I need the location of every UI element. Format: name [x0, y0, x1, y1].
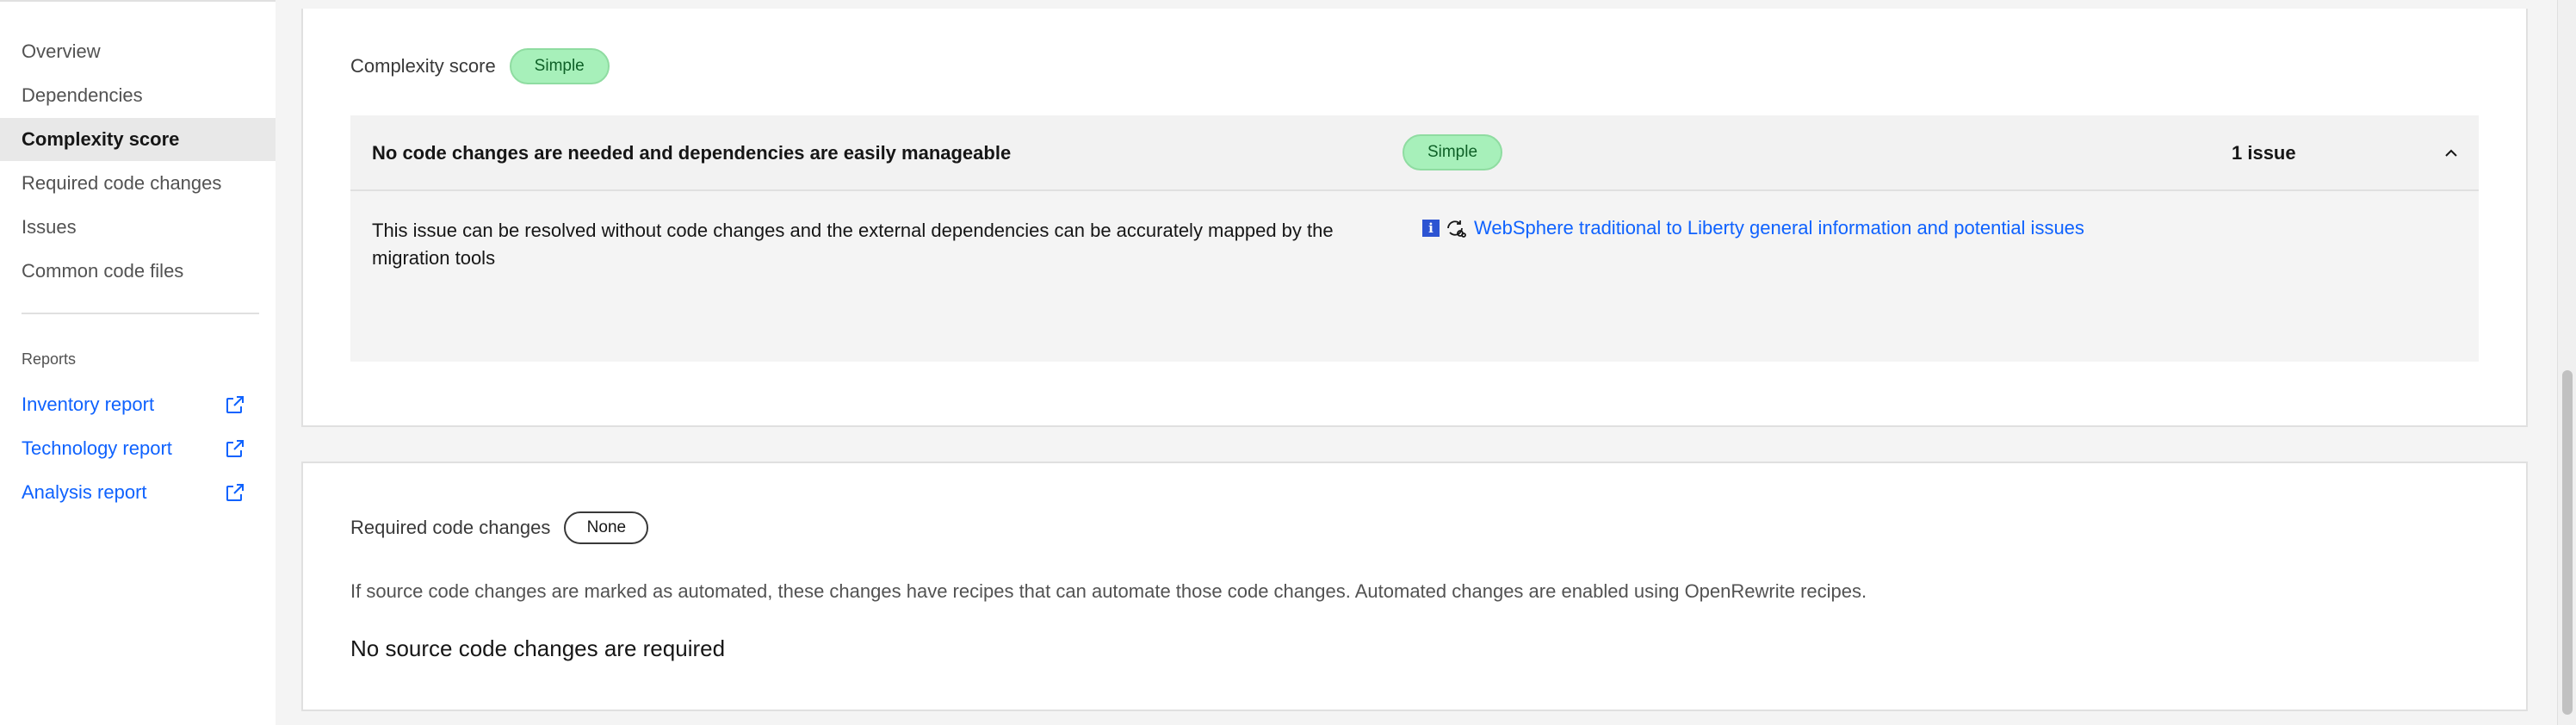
complexity-accordion: No code changes are needed and dependenc…	[350, 115, 2479, 362]
analysis-report-link[interactable]: Analysis report	[22, 481, 245, 504]
automated-recipe-icon	[1447, 220, 1466, 238]
sidebar-item-issues[interactable]: Issues	[0, 206, 276, 249]
page-scrollbar[interactable]	[2557, 0, 2576, 725]
sidebar: Overview Dependencies Complexity score R…	[0, 0, 276, 725]
scrollbar-thumb[interactable]	[2562, 370, 2573, 715]
accordion-header[interactable]: No code changes are needed and dependenc…	[350, 115, 2479, 191]
code-changes-tag: None	[564, 511, 649, 544]
liberty-info-link[interactable]: i WebSphere traditional to Liberty gener…	[1422, 217, 2084, 239]
external-link-icon	[226, 484, 244, 501]
complexity-score-card: Complexity score Simple No code changes …	[301, 9, 2528, 427]
sidebar-item-required-code-changes[interactable]: Required code changes	[0, 162, 276, 205]
complexity-score-header: Complexity score Simple	[350, 48, 610, 84]
accordion-complexity-tag: Simple	[1403, 134, 1502, 170]
accordion-title: No code changes are needed and dependenc…	[372, 142, 1012, 164]
complexity-score-tag: Simple	[509, 48, 610, 84]
required-code-changes-title: Required code changes	[350, 517, 551, 538]
complexity-score-title: Complexity score	[350, 55, 496, 77]
sidebar-divider	[22, 313, 259, 314]
sidebar-item-common-code-files[interactable]: Common code files	[0, 250, 276, 293]
description-line-2: migration tools	[372, 247, 496, 269]
sidebar-item-overview[interactable]: Overview	[0, 30, 276, 73]
technology-report-link[interactable]: Technology report	[22, 437, 245, 460]
analysis-report-label: Analysis report	[22, 481, 147, 503]
no-code-changes-message: No source code changes are required	[350, 635, 726, 661]
external-link-icon	[226, 440, 244, 457]
liberty-info-link-label: WebSphere traditional to Liberty general…	[1474, 217, 2084, 239]
inventory-report-link[interactable]: Inventory report	[22, 393, 245, 416]
technology-report-label: Technology report	[22, 437, 172, 459]
info-icon: i	[1422, 220, 1440, 237]
required-code-changes-header: Required code changes None	[350, 511, 649, 544]
reports-heading: Reports	[22, 350, 77, 368]
code-changes-info: If source code changes are marked as aut…	[350, 580, 1867, 602]
sidebar-item-dependencies[interactable]: Dependencies	[0, 74, 276, 117]
sidebar-item-complexity-score[interactable]: Complexity score	[0, 118, 276, 161]
issue-count: 1 issue	[2232, 142, 2296, 164]
required-code-changes-card: Required code changes None If source cod…	[301, 462, 2528, 711]
chevron-up-icon[interactable]	[2441, 143, 2461, 164]
external-link-icon	[226, 396, 244, 413]
inventory-report-label: Inventory report	[22, 393, 155, 415]
